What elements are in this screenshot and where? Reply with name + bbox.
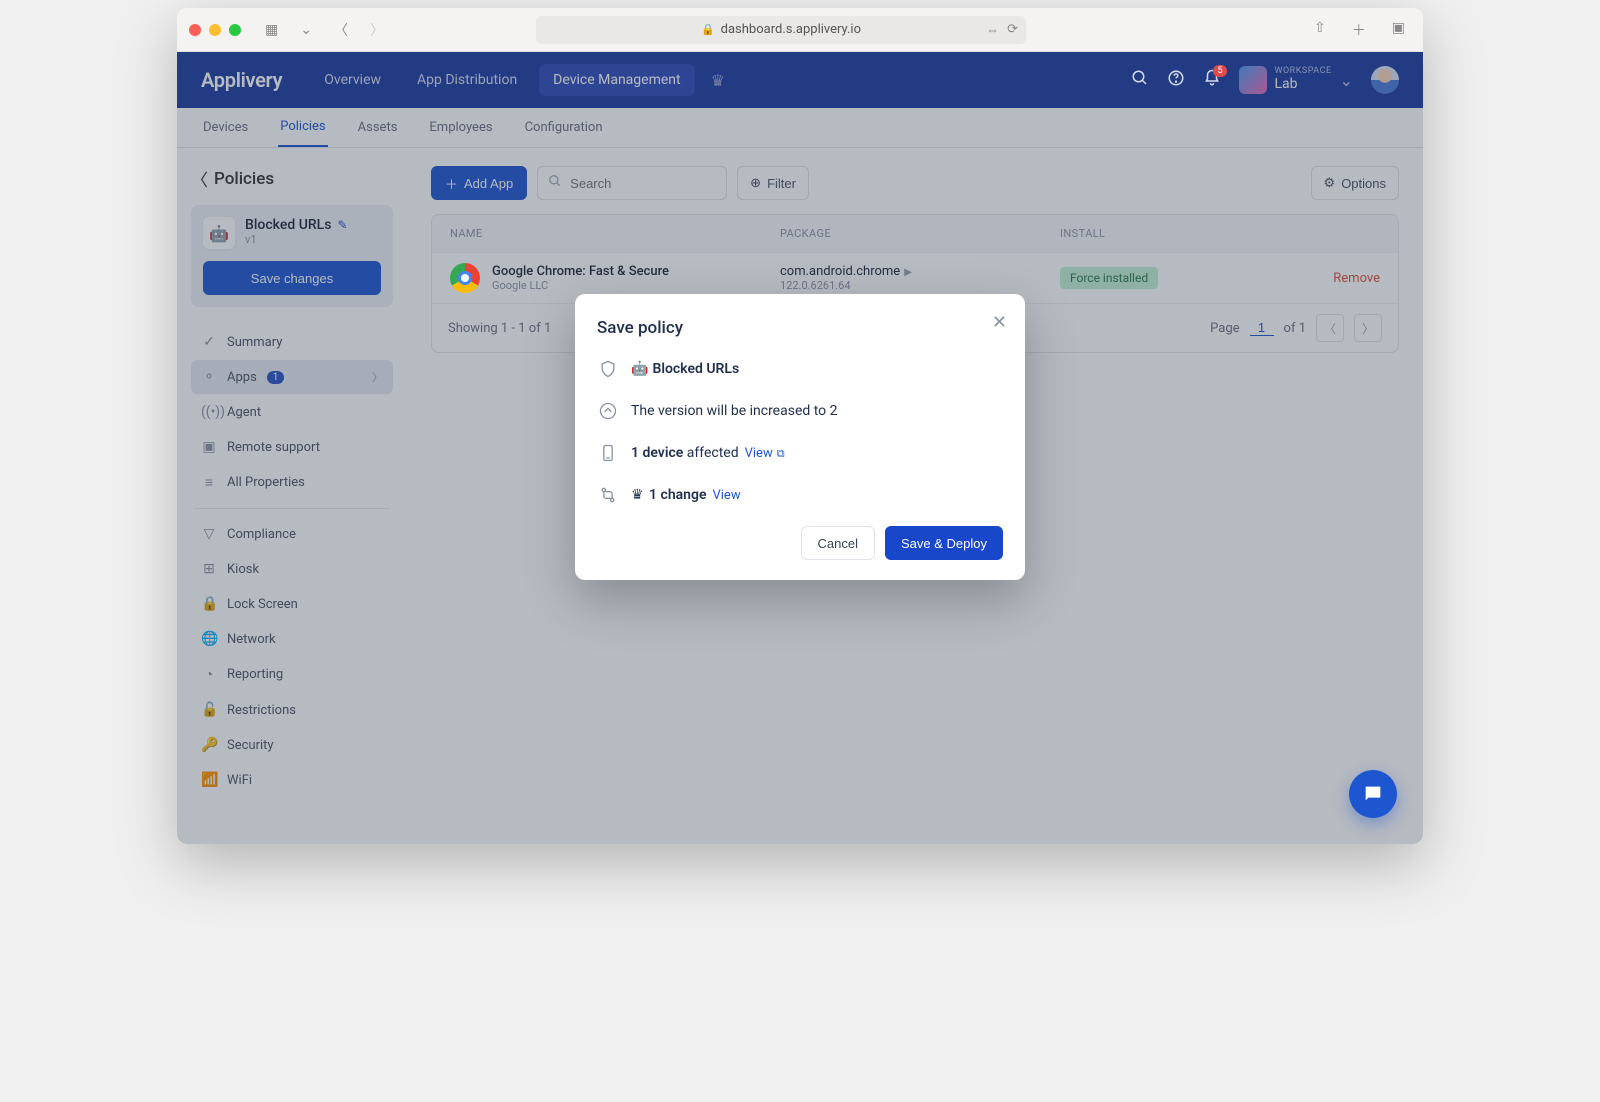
tabs-icon[interactable]: ▣ xyxy=(1386,18,1411,42)
notifications-icon[interactable]: 5 xyxy=(1203,69,1221,92)
chat-fab[interactable] xyxy=(1349,770,1397,818)
help-icon[interactable] xyxy=(1167,69,1185,92)
external-link-icon: ⧉ xyxy=(777,447,785,461)
save-policy-modal: Save policy ✕ 🤖Blocked URLs The version … xyxy=(575,294,1025,580)
save-deploy-button[interactable]: Save & Deploy xyxy=(885,526,1003,560)
shield-icon xyxy=(597,358,619,380)
url-bar[interactable]: 🔒 dashboard.s.applivery.io ⇔ ⟳ xyxy=(536,16,1026,44)
minimize-window-button[interactable] xyxy=(209,24,221,36)
browser-chrome: ▦ ⌄ 〈 〉 🔒 dashboard.s.applivery.io ⇔ ⟳ ⇧… xyxy=(177,8,1423,52)
view-devices-link[interactable]: View⧉ xyxy=(745,446,785,461)
crown-icon: ♛ xyxy=(631,487,644,503)
close-window-button[interactable] xyxy=(189,24,201,36)
modal-policy-name: Blocked URLs xyxy=(652,361,739,377)
chrome-icon xyxy=(450,263,480,293)
version-up-icon xyxy=(597,400,619,422)
device-icon xyxy=(597,442,619,464)
cancel-button[interactable]: Cancel xyxy=(801,526,875,560)
url-text: dashboard.s.applivery.io xyxy=(721,22,861,37)
traffic-lights xyxy=(189,24,241,36)
modal-title: Save policy xyxy=(597,318,1003,338)
view-changes-link[interactable]: View xyxy=(712,488,740,503)
search-icon[interactable] xyxy=(1131,69,1149,92)
maximize-window-button[interactable] xyxy=(229,24,241,36)
diff-icon xyxy=(597,484,619,506)
version-text: The version will be increased to 2 xyxy=(631,403,838,419)
device-suffix: affected xyxy=(683,445,738,461)
share-icon[interactable]: ⇧ xyxy=(1308,18,1332,42)
modal-close-button[interactable]: ✕ xyxy=(992,312,1007,333)
forward-button: 〉 xyxy=(364,18,390,42)
new-tab-icon[interactable]: ＋ xyxy=(1346,18,1372,42)
back-button[interactable]: 〈 xyxy=(328,18,354,42)
lock-icon: 🔒 xyxy=(701,23,715,36)
reader-icon[interactable]: ⇔ xyxy=(986,22,999,38)
device-count: 1 device xyxy=(631,445,683,461)
notification-count: 5 xyxy=(1213,65,1226,77)
android-icon: 🤖 xyxy=(631,361,648,377)
refresh-icon[interactable]: ⟳ xyxy=(1007,22,1018,38)
sidebar-toggle-icon[interactable]: ▦ xyxy=(259,20,284,40)
tabs-dropdown-icon[interactable]: ⌄ xyxy=(294,20,318,40)
change-count: 1 change xyxy=(649,487,706,503)
